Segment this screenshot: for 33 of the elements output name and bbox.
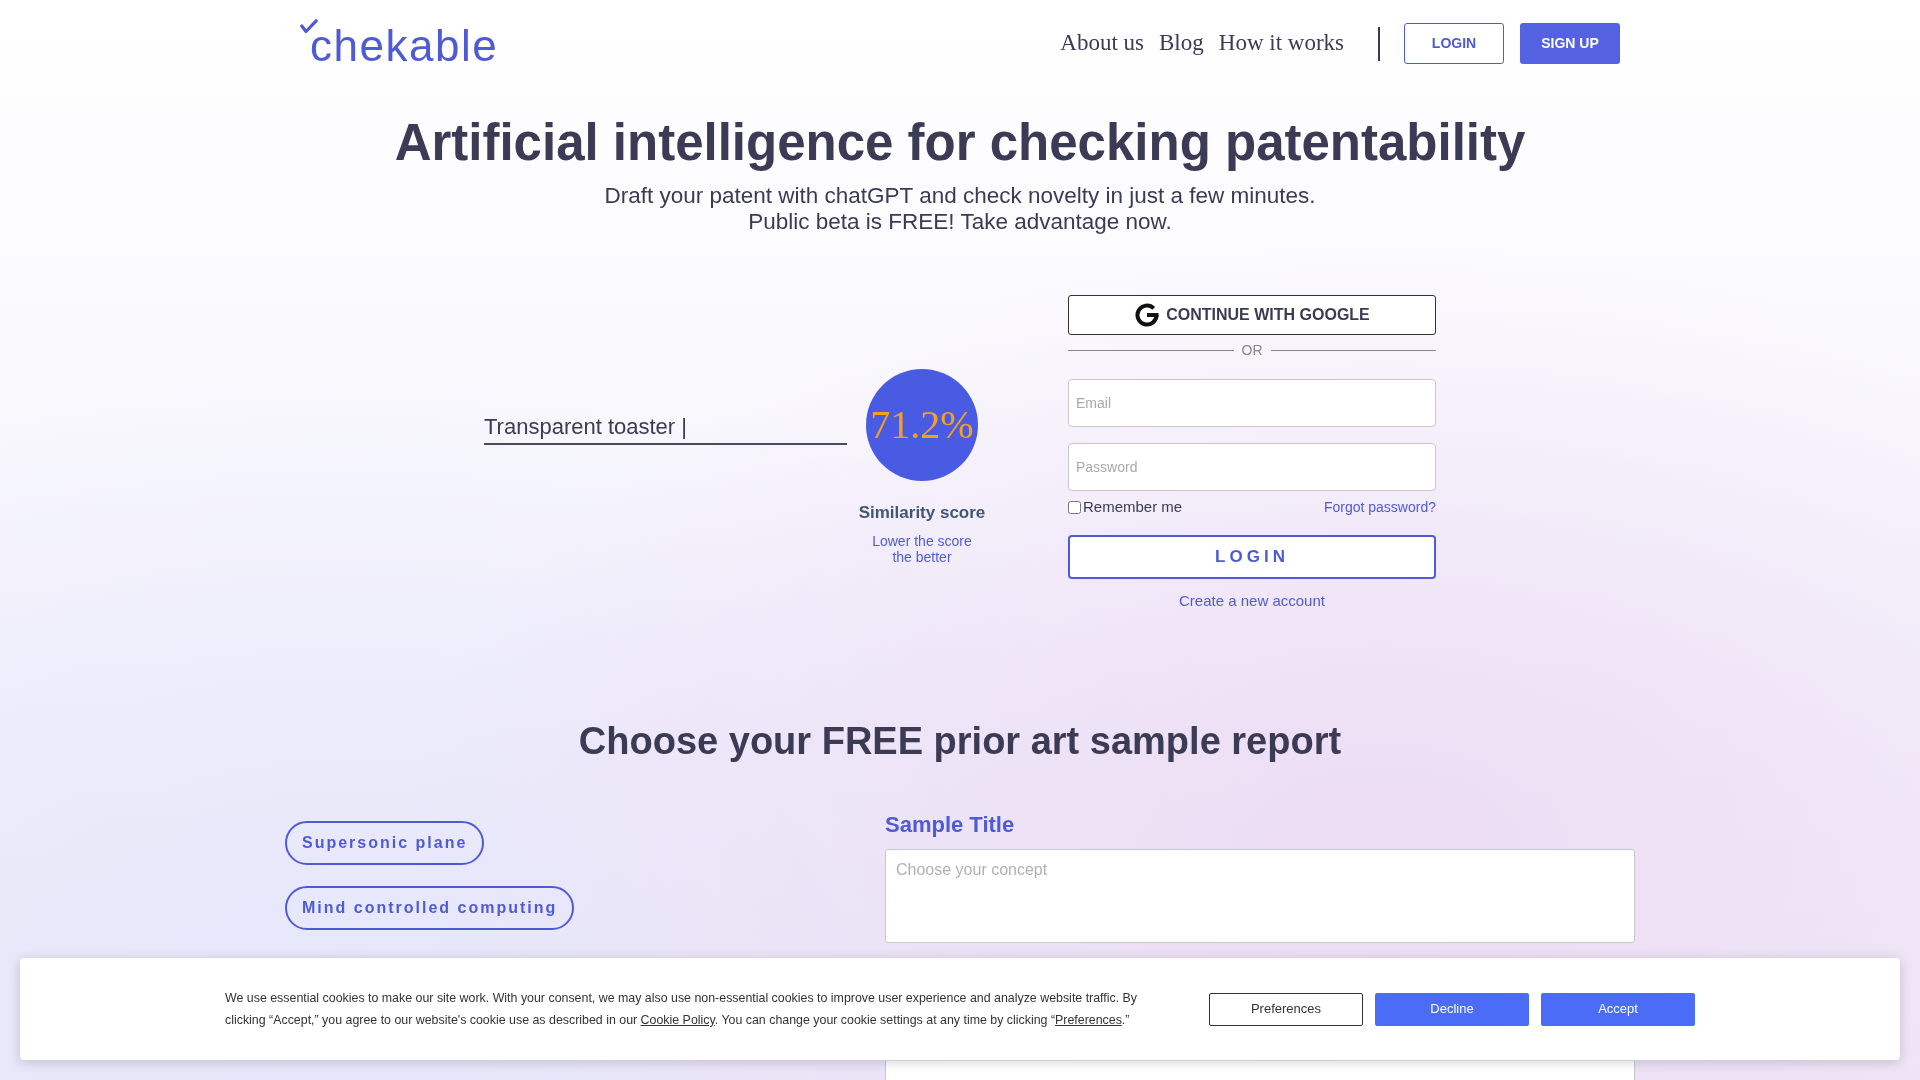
cookie-button[interactable]: Accept bbox=[1541, 992, 1695, 1026]
hero-subtitle: Public beta is FREE! Take advantage now. bbox=[748, 209, 1172, 235]
cookie-button[interactable]: Decline bbox=[1375, 992, 1529, 1026]
login-submit-button[interactable]: LOGIN bbox=[1068, 535, 1436, 579]
cookie-button[interactable]: Preferences bbox=[1209, 992, 1363, 1026]
score-label: Similarity score bbox=[858, 503, 986, 523]
cookie-link[interactable]: Cookie Policy bbox=[640, 1013, 715, 1027]
concept-textarea[interactable]: Choose your concept bbox=[885, 849, 1635, 943]
logo-text[interactable]: chekable bbox=[300, 17, 499, 70]
hero-subtitle: Draft your patent with chatGPT and check novelty in just a few minutes. bbox=[604, 183, 1316, 209]
cookie-notice: We use essential cookies to make our site work. With your consent, we may also use non-essential cookies to improve user experience and analyze website traffic. By clicking “Accept,” you agree to our website's cookie use as described in our Cookie Policy. You can change your cookie settings at any time by clicking “Preferences.” bbox=[225, 990, 1139, 1029]
hero-title: Artificial intelligence for checking patentability bbox=[393, 113, 1527, 173]
remember-checkbox[interactable] bbox=[1068, 500, 1081, 514]
forgot-password-link[interactable]: Forgot password? bbox=[1323, 497, 1436, 517]
or-divider-text: OR bbox=[1241, 341, 1263, 359]
g-logo-icon bbox=[1134, 302, 1161, 328]
password-field[interactable]: Password bbox=[1068, 443, 1436, 491]
create-account-link[interactable]: Create a new account bbox=[1179, 591, 1325, 611]
remember-label: Remember me bbox=[1083, 497, 1183, 517]
nav-link[interactable]: How it works bbox=[1218, 26, 1344, 61]
sample-title-label: Sample Title bbox=[885, 811, 1016, 839]
samples-title: Choose your FREE prior art sample report bbox=[577, 719, 1343, 764]
signup-button[interactable]: SIGN UP bbox=[1520, 23, 1620, 64]
nav-link[interactable]: Blog bbox=[1159, 26, 1204, 61]
cookie-link[interactable]: Preferences bbox=[1055, 1013, 1122, 1027]
sample-chip[interactable]: Supersonic plane bbox=[285, 821, 485, 865]
query-input[interactable]: Transparent toaster | bbox=[484, 413, 847, 445]
score-hint: Lower the score the better bbox=[872, 533, 972, 565]
nav-link[interactable]: About us bbox=[1060, 26, 1145, 61]
email-field[interactable]: Email bbox=[1068, 379, 1436, 427]
login-button[interactable]: LOGIN bbox=[1404, 23, 1504, 64]
google-button[interactable]: CONTINUE WITH GOOGLE bbox=[1068, 295, 1436, 335]
sample-chip[interactable]: Mind controlled computing bbox=[285, 886, 575, 930]
